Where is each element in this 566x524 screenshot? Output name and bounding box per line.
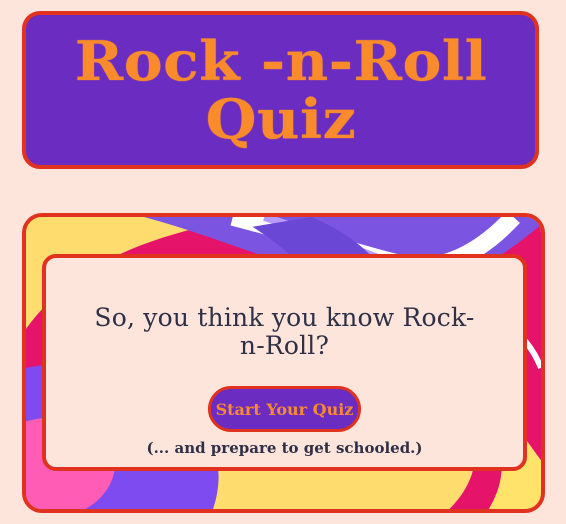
- intro-headline: So, you think you know Rock-n-Roll?: [94, 303, 475, 360]
- start-quiz-button[interactable]: Start Your Quiz: [208, 386, 361, 432]
- page-title-line-1: Rock -n-Roll: [74, 29, 487, 93]
- page-title-line-2: Quiz: [205, 87, 356, 151]
- intro-card: So, you think you know Rock-n-Roll? Star…: [42, 254, 527, 471]
- page-title: Rock -n-Roll Quiz: [74, 32, 487, 148]
- intro-subtext: (... and prepare to get schooled.): [146, 439, 423, 457]
- title-banner: Rock -n-Roll Quiz: [22, 11, 539, 169]
